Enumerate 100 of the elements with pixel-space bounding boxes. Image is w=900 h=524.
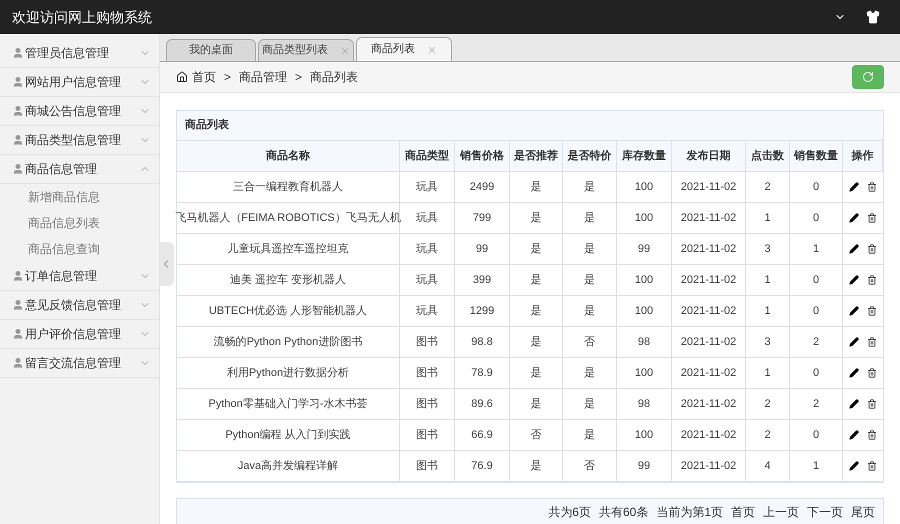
- table-cell: 2021-11-02: [672, 172, 746, 202]
- table-cell: 是: [510, 296, 563, 326]
- delete-icon[interactable]: [867, 213, 877, 223]
- submenu-item[interactable]: 新增商品信息: [0, 184, 159, 210]
- table-cell: 是: [510, 358, 563, 388]
- pagination-link[interactable]: 上一页: [763, 503, 799, 521]
- table-cell: 3: [746, 234, 790, 264]
- breadcrumb-link[interactable]: 商品列表: [310, 68, 358, 86]
- table-cell: 76.9: [455, 451, 510, 481]
- user-icon: [12, 134, 24, 146]
- refresh-icon: [862, 71, 874, 83]
- table-cell: 玩具: [400, 234, 455, 264]
- edit-icon[interactable]: [849, 368, 859, 378]
- delete-icon[interactable]: [867, 337, 877, 347]
- delete-icon[interactable]: [867, 244, 877, 254]
- column-header: 点击数: [746, 141, 790, 171]
- table-cell: 是: [563, 234, 617, 264]
- table-cell: 100: [617, 172, 672, 202]
- edit-icon[interactable]: [849, 182, 859, 192]
- delete-icon[interactable]: [867, 275, 877, 285]
- table-cell: 否: [563, 327, 617, 357]
- edit-icon[interactable]: [849, 399, 859, 409]
- table-cell: 是: [510, 265, 563, 295]
- sidebar-item[interactable]: 订单信息管理: [0, 262, 159, 291]
- column-header: 商品名称: [177, 141, 400, 171]
- table-cell: 2021-11-02: [672, 296, 746, 326]
- delete-icon[interactable]: [867, 306, 877, 316]
- table-cell: 2: [746, 420, 790, 450]
- delete-icon[interactable]: [867, 182, 877, 192]
- delete-icon[interactable]: [867, 461, 877, 471]
- table-cell: 图书: [400, 420, 455, 450]
- tab[interactable]: 我的桌面: [166, 39, 256, 61]
- sidebar-item[interactable]: 商品类型信息管理: [0, 126, 159, 155]
- collapse-handle[interactable]: [160, 242, 174, 286]
- sidebar-item[interactable]: 意见反馈信息管理: [0, 291, 159, 320]
- edit-icon[interactable]: [849, 213, 859, 223]
- table-cell: 2: [746, 172, 790, 202]
- table-cell: 66.9: [455, 420, 510, 450]
- table-cell: 0: [790, 203, 843, 233]
- table-cell: 玩具: [400, 203, 455, 233]
- pagination-link[interactable]: 下一页: [807, 503, 843, 521]
- table-cell: 2021-11-02: [672, 234, 746, 264]
- pagination-link[interactable]: 尾页: [851, 503, 875, 521]
- table-cell: 是: [510, 451, 563, 481]
- table-cell: 图书: [400, 358, 455, 388]
- table-cell: 2021-11-02: [672, 389, 746, 419]
- table-cell: 玩具: [400, 265, 455, 295]
- panel-header: 商品列表: [177, 111, 883, 141]
- table-cell: 利用Python进行数据分析: [177, 358, 400, 388]
- delete-icon[interactable]: [867, 430, 877, 440]
- table-cell: 是: [563, 265, 617, 295]
- table-cell: 0: [790, 420, 843, 450]
- sidebar-item[interactable]: 管理员信息管理: [0, 39, 159, 68]
- app-title: 欢迎访问网上购物系统: [12, 8, 152, 26]
- table-cell: 是: [563, 358, 617, 388]
- pagination-info: 共有60条: [598, 504, 648, 521]
- submenu-item[interactable]: 商品信息查询: [0, 236, 159, 262]
- user-icon: [12, 76, 24, 88]
- edit-icon[interactable]: [849, 275, 859, 285]
- sidebar-item[interactable]: 留言交流信息管理: [0, 349, 159, 378]
- table-cell: 1: [746, 358, 790, 388]
- edit-icon[interactable]: [849, 337, 859, 347]
- table-cell: 99: [617, 234, 672, 264]
- edit-icon[interactable]: [849, 244, 859, 254]
- column-header: 操作: [843, 141, 883, 171]
- user-icon: [12, 299, 24, 311]
- column-header: 销售价格: [455, 141, 510, 171]
- delete-icon[interactable]: [867, 368, 877, 378]
- breadcrumb-link[interactable]: 商品管理: [239, 68, 288, 86]
- table-cell: 1: [746, 296, 790, 326]
- tab[interactable]: 商品列表: [356, 37, 452, 61]
- edit-icon[interactable]: [849, 430, 859, 440]
- breadcrumb-link[interactable]: 首页: [192, 68, 216, 86]
- table-cell: 2: [790, 389, 843, 419]
- sidebar-item[interactable]: 用户评价信息管理: [0, 320, 159, 349]
- tab[interactable]: 商品类型列表: [258, 39, 354, 61]
- edit-icon[interactable]: [849, 461, 859, 471]
- pagination-info: 当前为第1页: [656, 504, 723, 521]
- user-icon: [12, 47, 24, 59]
- table-cell: 98: [617, 327, 672, 357]
- pagination-link[interactable]: 首页: [731, 503, 755, 521]
- table-cell: 1: [746, 265, 790, 295]
- sidebar-item[interactable]: 网站用户信息管理: [0, 68, 159, 97]
- delete-icon[interactable]: [867, 399, 877, 409]
- sidebar-item[interactable]: 商品信息管理: [0, 155, 159, 184]
- table-cell: 否: [563, 451, 617, 481]
- submenu-item[interactable]: 商品信息列表: [0, 210, 159, 236]
- table-cell: 4: [746, 451, 790, 481]
- table-cell: 99: [455, 234, 510, 264]
- sidebar-item[interactable]: 商城公告信息管理: [0, 97, 159, 126]
- table-cell: 2021-11-02: [672, 451, 746, 481]
- edit-icon[interactable]: [849, 306, 859, 316]
- table-cell: 100: [617, 358, 672, 388]
- shirt-icon[interactable]: [866, 10, 880, 24]
- column-header: 是否推荐: [510, 141, 563, 171]
- table-cell: 2: [746, 389, 790, 419]
- table-cell: 2499: [455, 172, 510, 202]
- table-cell: 是: [563, 296, 617, 326]
- table-cell: 100: [617, 265, 672, 295]
- table-cell: 儿童玩具遥控车遥控坦克: [177, 234, 400, 264]
